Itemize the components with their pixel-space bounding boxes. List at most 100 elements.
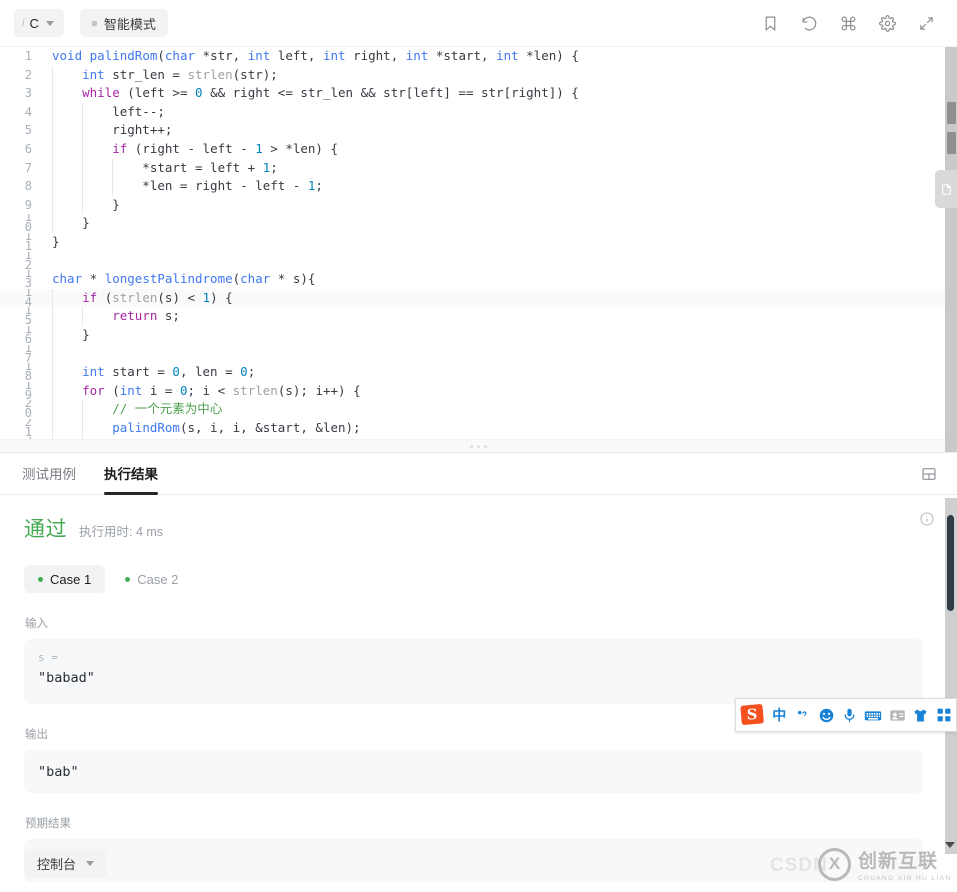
code-text[interactable]: } (42, 326, 90, 345)
editor-drag-handle[interactable] (470, 444, 496, 449)
panel-layout-icon[interactable] (921, 466, 937, 482)
brand-name-cn: 创新互联 (858, 846, 951, 873)
code-line[interactable]: 16 } (0, 326, 957, 345)
code-text[interactable]: left--; (42, 103, 165, 122)
indent-guide (82, 177, 83, 196)
panel-tabs: 测试用例 执行结果 (0, 453, 957, 495)
code-text[interactable]: void palindRom(char *str, int left, int … (42, 47, 579, 66)
toolbox-icon[interactable] (932, 700, 956, 730)
info-icon[interactable] (919, 511, 935, 527)
chevron-down-icon (46, 21, 54, 26)
code-line[interactable]: 3 while (left >= 0 && right <= str_len &… (0, 84, 957, 103)
code-line[interactable]: 8 *len = right - left - 1; (0, 177, 957, 196)
console-button[interactable]: 控制台 (24, 849, 107, 878)
code-line[interactable]: 21 palindRom(s, i, i, &start, &len); (0, 419, 957, 438)
code-text[interactable]: palindRom(s, i, i, &start, &len); (42, 419, 361, 438)
code-line[interactable]: 18 int start = 0, len = 0; (0, 363, 957, 382)
code-lines[interactable]: 1void palindRom(char *str, int left, int… (0, 47, 957, 452)
code-line[interactable]: 11} (0, 233, 957, 252)
code-line[interactable]: 19 for (int i = 0; i < strlen(s); i++) { (0, 382, 957, 401)
code-text[interactable]: } (42, 214, 90, 233)
code-text[interactable] (42, 252, 52, 271)
indent-guide (82, 196, 83, 215)
code-line[interactable]: 5 right++; (0, 121, 957, 140)
code-text[interactable]: for (int i = 0; i < strlen(s); i++) { (42, 382, 361, 401)
bookmark-icon[interactable] (762, 15, 779, 32)
status-badge: 通过 (24, 513, 67, 543)
line-number: 1 (0, 47, 42, 66)
indent-guide (112, 159, 113, 178)
indent-guide (52, 121, 53, 140)
tab-execution-result[interactable]: 执行结果 (104, 453, 158, 495)
input-variable-name: s = (38, 651, 909, 664)
indent-guide (52, 326, 53, 345)
indent-guide (82, 400, 83, 419)
panel-scrollbar-thumb[interactable] (947, 515, 954, 611)
gear-icon[interactable] (879, 15, 896, 32)
case-chip-2[interactable]: Case 2 (111, 565, 192, 593)
code-line[interactable]: 15 return s; (0, 307, 957, 326)
command-icon[interactable] (840, 15, 857, 32)
expand-icon[interactable] (918, 15, 935, 32)
reset-icon[interactable] (801, 15, 818, 32)
document-icon[interactable] (935, 170, 957, 208)
indent-guide (52, 345, 53, 364)
indent-guide (82, 140, 83, 159)
code-line[interactable]: 6 if (right - left - 1 > *len) { (0, 140, 957, 159)
scroll-marker (947, 102, 956, 124)
brand-watermark: X 创新互联 CHUANG XIN HU LIAN (818, 846, 951, 882)
code-text[interactable]: return s; (42, 307, 180, 326)
language-selector[interactable]: i C (14, 9, 64, 37)
code-line[interactable]: 17 (0, 345, 957, 364)
code-text[interactable]: // 一个元素为中心 (42, 400, 222, 419)
case-chip-1[interactable]: Case 1 (24, 565, 105, 593)
indent-guide (82, 103, 83, 122)
code-line[interactable]: 10 } (0, 214, 957, 233)
punctuation-icon[interactable] (791, 700, 815, 730)
sogou-logo-icon[interactable]: S (738, 702, 767, 728)
page-scrollbar-track[interactable] (945, 47, 957, 452)
code-line[interactable]: 13char * longestPalindrome(char * s){ (0, 270, 957, 289)
code-text[interactable] (42, 345, 52, 364)
line-number: 11 (0, 233, 42, 252)
code-line[interactable]: 2 int str_len = strlen(str); (0, 66, 957, 85)
indent-guide (112, 177, 113, 196)
code-text[interactable]: int str_len = strlen(str); (42, 66, 278, 85)
code-text[interactable]: if (strlen(s) < 1) { (42, 289, 233, 308)
code-line[interactable]: 9 } (0, 196, 957, 215)
indent-guide (52, 66, 53, 85)
code-line[interactable]: 20 // 一个元素为中心 (0, 400, 957, 419)
keyboard-icon[interactable] (862, 700, 886, 730)
code-editor[interactable]: 1void palindRom(char *str, int left, int… (0, 47, 957, 452)
code-text[interactable]: int start = 0, len = 0; (42, 363, 255, 382)
code-line[interactable]: 14 if (strlen(s) < 1) { (0, 289, 957, 308)
code-line[interactable]: 1void palindRom(char *str, int left, int… (0, 47, 957, 66)
code-text[interactable]: *len = right - left - 1; (42, 177, 323, 196)
code-text[interactable]: } (42, 233, 60, 252)
code-text[interactable]: right++; (42, 121, 172, 140)
emoji-icon[interactable] (815, 700, 839, 730)
code-text[interactable]: *start = left + 1; (42, 159, 278, 178)
code-text[interactable]: if (right - left - 1 > *len) { (42, 140, 338, 159)
chinese-mode-icon[interactable]: 中 (767, 700, 791, 730)
indent-guide (52, 419, 53, 438)
microphone-icon[interactable] (838, 700, 862, 730)
skin-icon[interactable] (909, 700, 933, 730)
indent-guide (52, 400, 53, 419)
code-line[interactable]: 12 (0, 252, 957, 271)
indent-guide (52, 84, 53, 103)
tab-testcases[interactable]: 测试用例 (22, 453, 76, 495)
line-number: 9 (0, 196, 42, 215)
sogou-ime-toolbar[interactable]: S 中 (735, 698, 957, 732)
input-value-box: s = "babad" (24, 639, 923, 704)
line-number: 14 (0, 289, 42, 308)
indent-guide (52, 382, 53, 401)
code-line[interactable]: 4 left--; (0, 103, 957, 122)
account-icon[interactable] (885, 700, 909, 730)
code-text[interactable]: while (left >= 0 && right <= str_len && … (42, 84, 579, 103)
code-text[interactable]: } (42, 196, 120, 215)
smart-mode-button[interactable]: 智能模式 (80, 9, 168, 37)
code-line[interactable]: 7 *start = left + 1; (0, 159, 957, 178)
editor-resize-bar[interactable] (0, 439, 957, 452)
code-text[interactable]: char * longestPalindrome(char * s){ (42, 270, 315, 289)
